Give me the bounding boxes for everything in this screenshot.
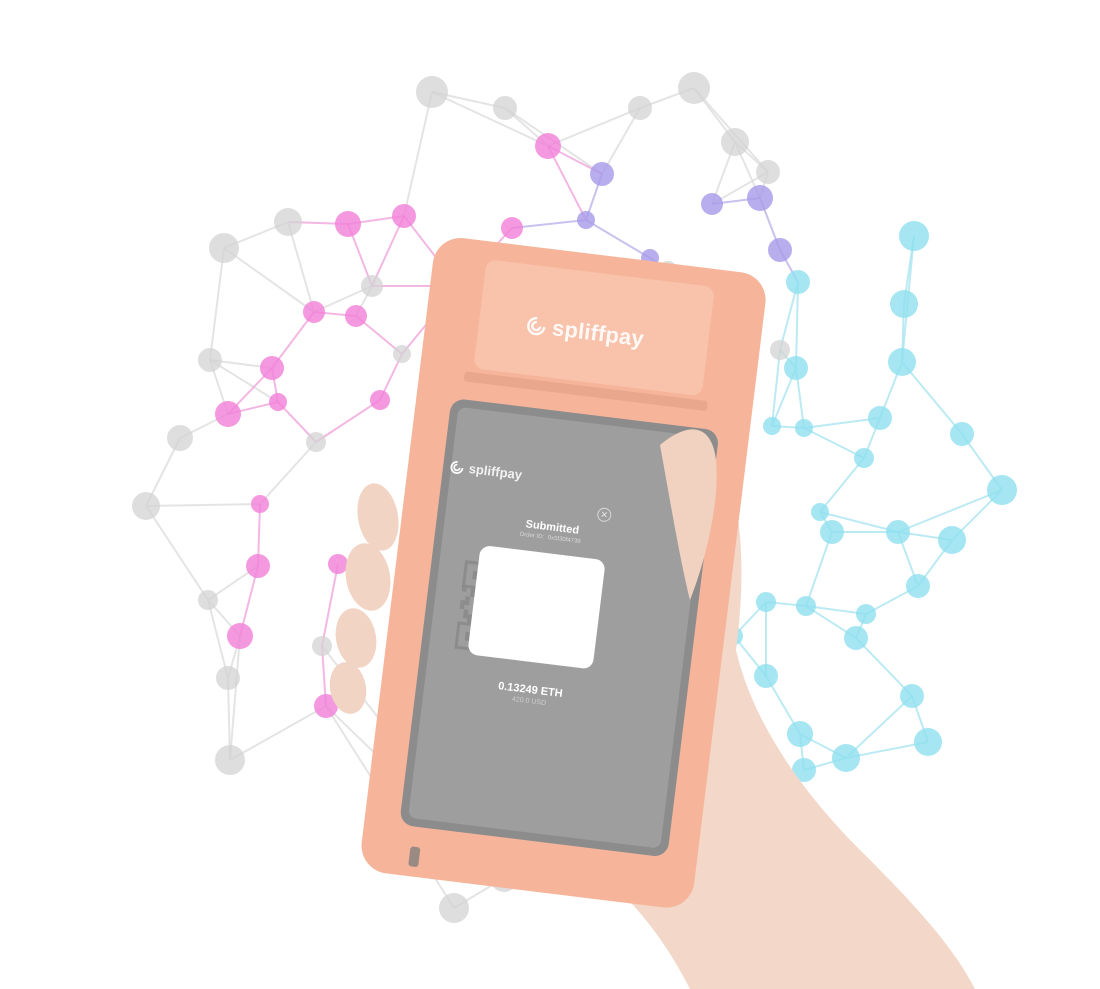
network-node	[701, 193, 723, 215]
network-node	[132, 492, 160, 520]
network-edge	[209, 247, 225, 361]
network-node	[216, 666, 240, 690]
network-node	[787, 721, 813, 747]
network-node	[209, 233, 239, 263]
network-node	[312, 636, 332, 656]
network-edge	[403, 91, 433, 217]
network-edge	[547, 107, 641, 147]
network-node	[416, 76, 448, 108]
network-node	[854, 448, 874, 468]
network-node	[768, 238, 792, 262]
network-edge	[901, 361, 963, 435]
network-node	[754, 664, 778, 688]
network-node	[260, 356, 284, 380]
app-brand-name: spliffpay	[468, 460, 523, 483]
network-edge	[511, 219, 587, 229]
network-node	[890, 290, 918, 318]
network-node	[914, 728, 942, 756]
network-node	[856, 604, 876, 624]
network-edge	[321, 563, 339, 647]
network-edge	[145, 503, 261, 507]
network-node	[303, 301, 325, 323]
network-node	[820, 520, 844, 544]
app-brand: spliffpay	[449, 459, 523, 483]
network-node	[370, 390, 390, 410]
network-edge	[819, 457, 865, 513]
network-edge	[803, 427, 865, 459]
network-node	[392, 204, 416, 228]
spliffpay-logo-icon	[450, 460, 464, 474]
network-node	[577, 211, 595, 229]
network-node	[269, 393, 287, 411]
network-edge	[229, 705, 327, 761]
network-node	[501, 217, 523, 239]
network-node	[393, 345, 411, 363]
network-node	[306, 432, 326, 452]
network-node	[786, 270, 810, 294]
network-node	[811, 503, 829, 521]
network-node	[227, 623, 253, 649]
network-node	[215, 401, 241, 427]
network-edge	[287, 221, 315, 313]
network-node	[628, 96, 652, 120]
network-node	[328, 554, 348, 574]
network-edge	[145, 505, 209, 601]
network-node	[770, 340, 790, 360]
network-node	[796, 596, 816, 616]
network-node	[795, 419, 813, 437]
network-node	[335, 211, 361, 237]
network-node	[784, 356, 808, 380]
network-node	[678, 72, 710, 104]
network-node	[886, 520, 910, 544]
network-node	[987, 475, 1017, 505]
network-node	[274, 208, 302, 236]
network-node	[756, 592, 776, 612]
network-node	[439, 893, 469, 923]
order-id-label: Order ID:	[519, 531, 545, 541]
network-edge	[431, 91, 549, 147]
network-edge	[855, 637, 913, 697]
network-node	[721, 128, 749, 156]
qr-card[interactable]	[467, 544, 606, 670]
spliffpay-logo-icon	[527, 316, 546, 336]
network-node	[215, 745, 245, 775]
network-edge	[259, 441, 317, 505]
network-node	[950, 422, 974, 446]
network-node	[198, 590, 218, 610]
network-node	[361, 275, 383, 297]
network-edge	[795, 281, 799, 369]
network-node	[899, 221, 929, 251]
network-node	[900, 684, 924, 708]
network-node	[938, 526, 966, 554]
network-node	[535, 133, 561, 159]
network-node	[763, 417, 781, 435]
network-node	[246, 554, 270, 578]
network-node	[906, 574, 930, 598]
network-node	[832, 744, 860, 772]
network-node	[493, 96, 517, 120]
network-node	[756, 160, 780, 184]
network-node	[747, 185, 773, 211]
network-node	[251, 495, 269, 513]
network-node	[167, 425, 193, 451]
network-node	[888, 348, 916, 376]
network-edge	[585, 219, 651, 259]
network-node	[198, 348, 222, 372]
network-edge	[315, 399, 381, 443]
network-node	[345, 305, 367, 327]
network-node	[868, 406, 892, 430]
payment-screen: spliffpay ✕ Submitted Order ID: 0x5f30f4…	[406, 450, 665, 804]
network-edge	[897, 489, 1003, 533]
network-node	[590, 162, 614, 186]
close-circle-icon[interactable]: ✕	[596, 506, 613, 523]
network-edge	[223, 247, 315, 313]
network-node	[844, 626, 868, 650]
